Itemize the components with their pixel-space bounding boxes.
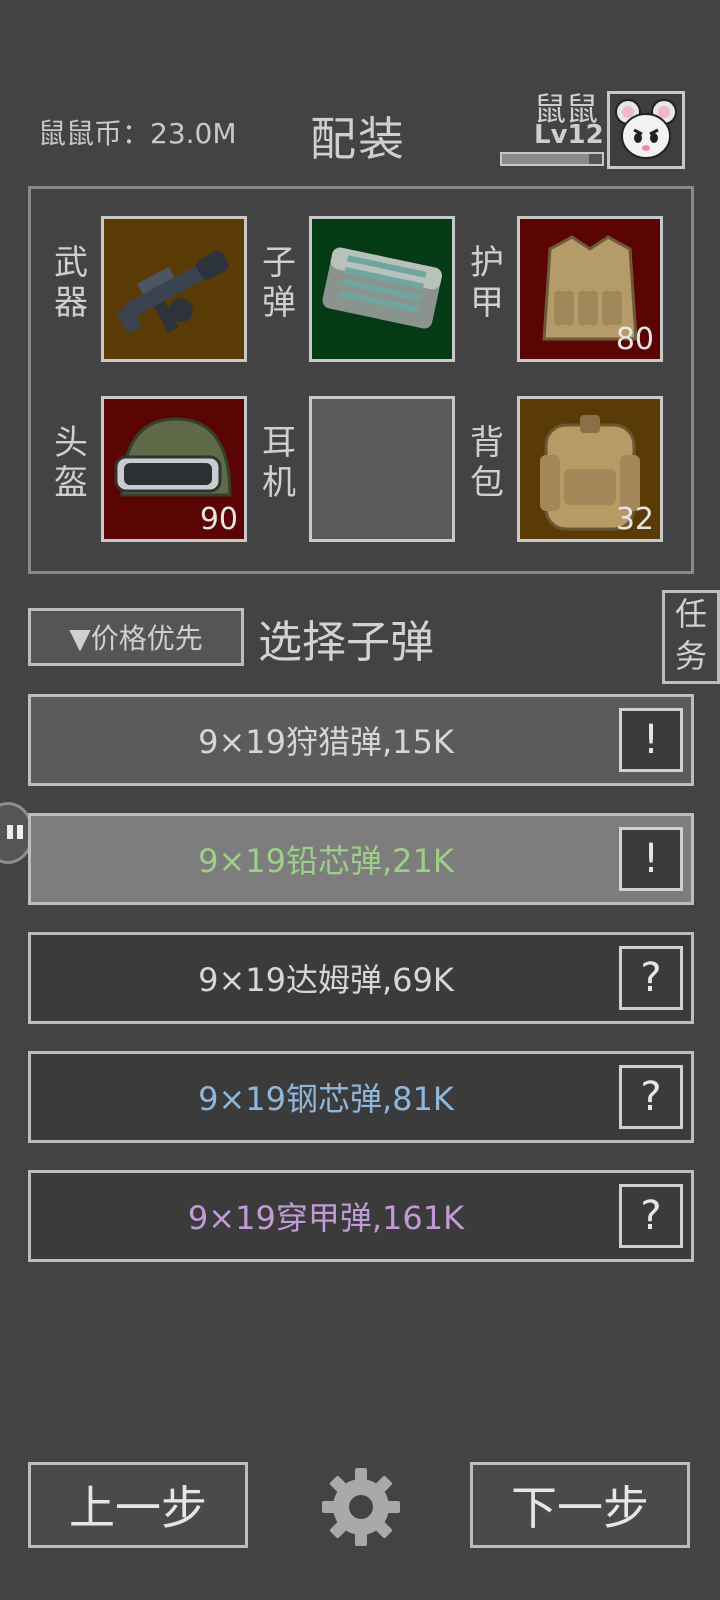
gear-icon xyxy=(322,1468,400,1546)
task-button[interactable]: 任务 xyxy=(662,590,720,684)
ammo-option-label: 9×19狩猎弹,15K xyxy=(198,723,454,761)
ammo-option-label: 9×19达姆弹,69K xyxy=(198,961,454,999)
ammo-option[interactable]: 9×19达姆弹,69K ? xyxy=(28,932,694,1024)
mouse-avatar-icon xyxy=(615,99,677,159)
slot-label-weapon: 武器 xyxy=(54,243,88,323)
ammo-option[interactable]: 9×19狩猎弹,15K ! xyxy=(28,694,694,786)
sort-by-price-button[interactable]: ▼价格优先 xyxy=(28,608,244,666)
slot-label-headset: 耳机 xyxy=(262,423,296,503)
slot-count: 80 xyxy=(615,322,654,357)
prev-step-button[interactable]: 上一步 xyxy=(28,1462,248,1548)
slot-label-armor: 护甲 xyxy=(470,243,504,323)
slot-count: 32 xyxy=(615,502,654,537)
xp-bar xyxy=(500,152,604,166)
ammo-option[interactable]: 9×19铅芯弹,21K ! xyxy=(28,813,694,905)
slot-label-backpack: 背包 xyxy=(470,423,504,503)
ammo-option-label: 9×19穿甲弹,161K xyxy=(187,1199,465,1237)
ammo-info-button[interactable]: ? xyxy=(619,946,683,1010)
loadout-panel: 武器 子弹 护甲 80 头盔 90 耳机 背包 32 xyxy=(28,186,694,574)
settings-button[interactable] xyxy=(318,1464,404,1550)
ammo-info-button[interactable]: ! xyxy=(619,827,683,891)
page-title: 配装 xyxy=(310,112,406,166)
slot-ammo[interactable] xyxy=(309,216,455,362)
ammo-option-label: 9×19铅芯弹,21K xyxy=(198,842,454,880)
slot-armor[interactable]: 80 xyxy=(517,216,663,362)
ammo-option[interactable]: 9×19穿甲弹,161K ? xyxy=(28,1170,694,1262)
ammo-info-button[interactable]: ? xyxy=(619,1184,683,1248)
slot-label-ammo: 子弹 xyxy=(262,243,296,323)
slot-headset[interactable] xyxy=(309,396,455,542)
quote-handle-icon xyxy=(7,825,23,839)
ammo-info-button[interactable]: ? xyxy=(619,1065,683,1129)
ammo-option[interactable]: 9×19钢芯弹,81K ? xyxy=(28,1051,694,1143)
coin-balance: 鼠鼠币：23.0M xyxy=(38,117,237,150)
avatar[interactable] xyxy=(607,91,685,169)
slot-weapon[interactable] xyxy=(101,216,247,362)
ammo-info-button[interactable]: ! xyxy=(619,708,683,772)
player-level: Lv12 xyxy=(534,120,604,150)
xp-fill xyxy=(502,154,589,164)
slot-helmet[interactable]: 90 xyxy=(101,396,247,542)
slot-backpack[interactable]: 32 xyxy=(517,396,663,542)
gun-icon xyxy=(116,250,229,335)
ammo-option-label: 9×19钢芯弹,81K xyxy=(198,1080,454,1118)
slot-label-helmet: 头盔 xyxy=(54,423,88,503)
next-step-button[interactable]: 下一步 xyxy=(470,1462,690,1548)
ammo-box-icon xyxy=(322,247,442,329)
task-button-label: 任务 xyxy=(674,595,707,675)
section-title: 选择子弹 xyxy=(258,617,434,668)
slot-count: 90 xyxy=(199,502,238,537)
